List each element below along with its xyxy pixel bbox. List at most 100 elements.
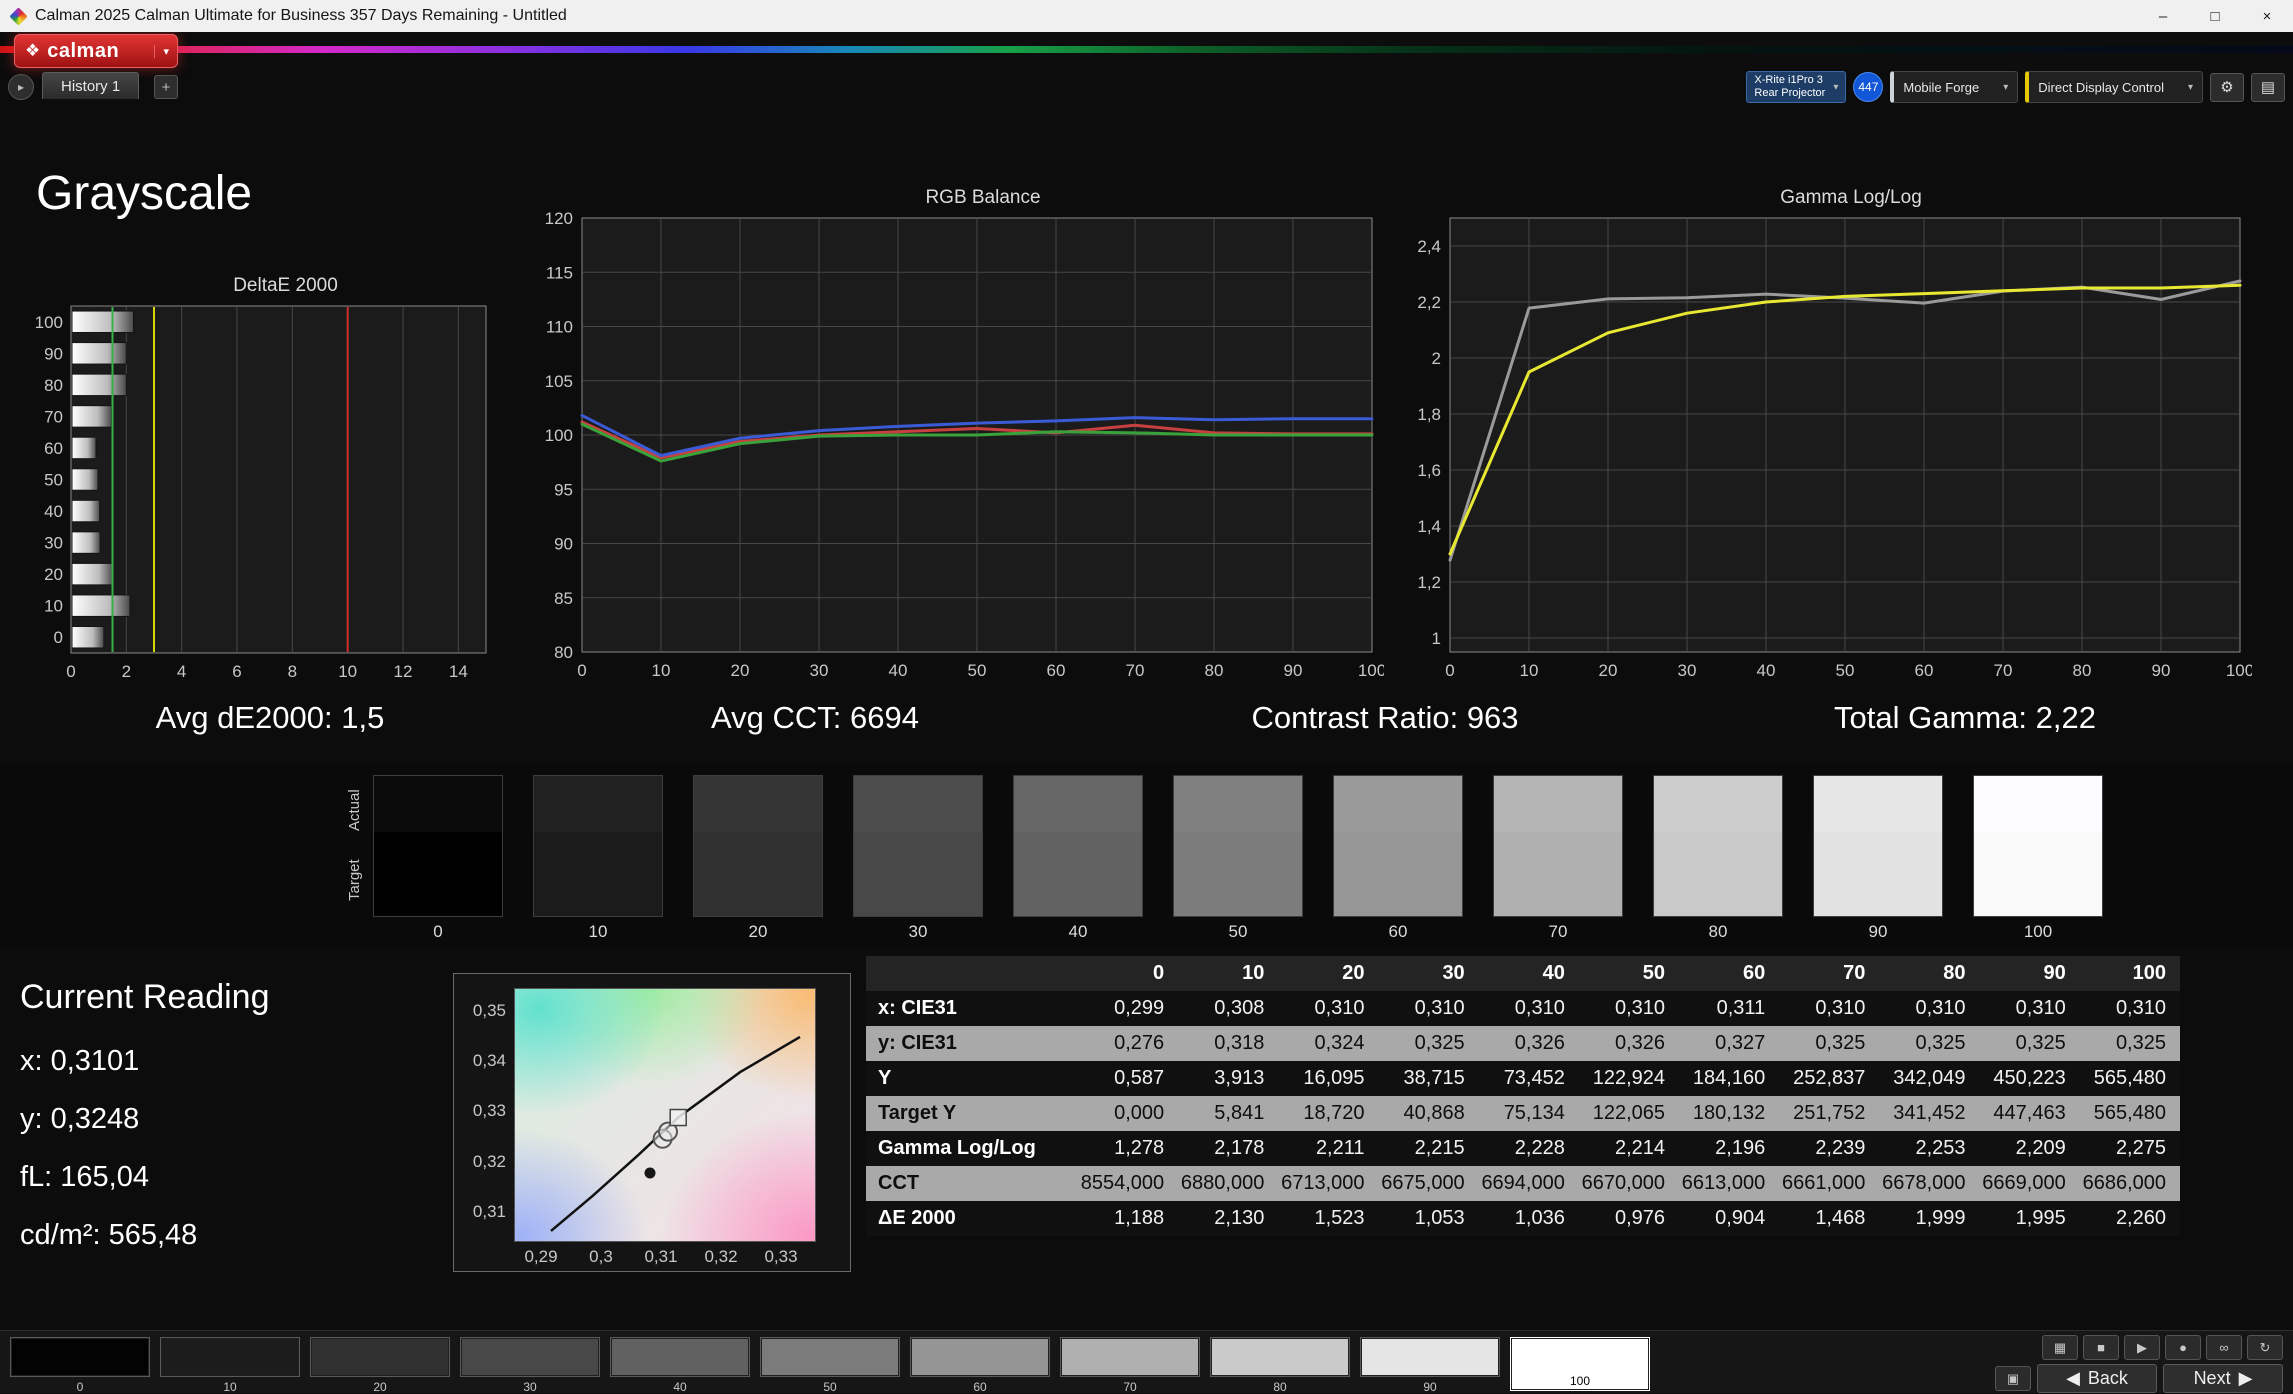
play-icon[interactable]: ▶	[2124, 1335, 2160, 1360]
pattern-patch-20[interactable]: 20	[310, 1337, 450, 1394]
calman-logo-text: calman	[47, 39, 120, 62]
svg-text:60: 60	[1047, 661, 1066, 680]
svg-text:80: 80	[554, 643, 573, 662]
pattern-patch-30[interactable]: 30	[460, 1337, 600, 1394]
pattern-patch-90[interactable]: 90	[1360, 1337, 1500, 1394]
table-cell: 2,209	[2015, 1137, 2066, 1159]
table-cell: 1,995	[2015, 1207, 2066, 1229]
swatch-level-label: 10	[588, 922, 608, 941]
pattern-patch-40[interactable]: 40	[610, 1337, 750, 1394]
swatch-actual	[374, 776, 502, 832]
settings-gear-button[interactable]: ⚙	[2210, 72, 2244, 102]
table-cell: 1,053	[1414, 1207, 1465, 1229]
table-cell: 2,253	[1915, 1137, 1966, 1159]
table-col-header: 80	[1879, 956, 1980, 991]
layout-columns-button[interactable]: ▤	[2251, 72, 2285, 102]
swatch-actual	[854, 776, 982, 832]
table-cell: 252,837	[1793, 1067, 1866, 1089]
stop-icon[interactable]: ■	[2083, 1335, 2119, 1360]
table-cell: 6686,000	[2082, 1172, 2166, 1194]
table-cell: 2,275	[2115, 1137, 2166, 1159]
svg-text:0: 0	[577, 661, 586, 680]
table-row: y: CIE31 0,276 0,318 0,324 0,325 0,326 0,326 0,…	[866, 1026, 2180, 1061]
meter-selector-button[interactable]: X-Rite i1Pro 3 Rear Projector ▾	[1746, 71, 1847, 103]
meter-line2: Rear Projector	[1754, 87, 1826, 99]
gamma-chart: Gamma Log/Log 0 10 20 30 40 50 60 70 80 90 100 1 1,2…	[1398, 184, 2254, 684]
back-button[interactable]: ◀ Back	[2037, 1364, 2157, 1393]
minimize-button[interactable]: –	[2137, 0, 2189, 32]
table-cell: 5,841	[1214, 1102, 1265, 1124]
table-col-header: 30	[1378, 956, 1479, 991]
swatch-actual	[694, 776, 822, 832]
deltae-2000-chart: DeltaE 2000 0 2 4 6 8 10 12 14 100 90 80 70 60 50 40 30…	[25, 272, 500, 685]
table-cell: 2,228	[1514, 1137, 1565, 1159]
svg-text:10: 10	[44, 597, 63, 616]
table-cell: 0,326	[1514, 1032, 1565, 1054]
swatch-target	[1654, 832, 1782, 916]
table-cell: 6669,000	[1982, 1172, 2066, 1194]
svg-text:2,2: 2,2	[1417, 293, 1441, 312]
swatch-actual	[1334, 776, 1462, 832]
toolbar: ▸ History 1 + X-Rite i1Pro 3 Rear Projec…	[0, 70, 2293, 104]
table-cell: 0,308	[1214, 997, 1265, 1019]
source-selector-button[interactable]: Mobile Forge ▾	[1890, 71, 2019, 103]
table-col-header: 50	[1578, 956, 1680, 991]
table-cell: 0,326	[1614, 1032, 1666, 1054]
loop-icon[interactable]: ∞	[2206, 1335, 2242, 1360]
pattern-patch-10[interactable]: 10	[160, 1337, 300, 1394]
add-tab-button[interactable]: +	[154, 75, 178, 99]
table-cell: 0,310	[1815, 997, 1866, 1019]
svg-text:80: 80	[2073, 661, 2092, 680]
table-cell: 6661,000	[1781, 1172, 1866, 1194]
maximize-button[interactable]: □	[2189, 0, 2241, 32]
patch-preview	[1360, 1337, 1500, 1377]
pattern-patch-50[interactable]: 50	[760, 1337, 900, 1394]
table-cell: 0,310	[1514, 997, 1565, 1019]
svg-text:10: 10	[338, 662, 357, 681]
svg-text:60: 60	[44, 439, 63, 458]
table-col-header: 40	[1478, 956, 1579, 991]
target-axis-label: Target	[346, 859, 363, 901]
rgb-balance-chart: RGB Balance 0 10 20 30 40 50 60 70 80 90 100 80 85 90…	[534, 184, 1387, 684]
pattern-patch-100[interactable]: 100	[1510, 1337, 1650, 1394]
pattern-patch-0[interactable]: 0	[10, 1337, 150, 1394]
table-cell: 0,000	[1114, 1102, 1165, 1124]
close-button[interactable]: ×	[2241, 0, 2293, 32]
table-cell: 0,276	[1114, 1032, 1165, 1054]
next-button[interactable]: Next ▶	[2163, 1364, 2283, 1393]
pattern-window-button[interactable]: ▣	[1995, 1366, 2031, 1391]
meter-status-badge[interactable]: 447	[1853, 72, 1884, 102]
back-label: Back	[2087, 1368, 2128, 1388]
record-icon[interactable]: ●	[2165, 1335, 2201, 1360]
display-control-button[interactable]: Direct Display Control ▾	[2025, 71, 2203, 103]
reading-fl: fL: 165,04	[20, 1161, 149, 1193]
logo-dropdown-icon[interactable]: ▾	[154, 44, 169, 58]
deltae-chart-plot: 0 2 4 6 8 10 12 14 100 90 80 70 60 50 40 30 20 10 0	[25, 300, 500, 685]
swatch-level-label: 0	[433, 922, 443, 941]
calman-logo-button[interactable]: ❖ calman ▾	[14, 34, 178, 68]
table-cell: 18,720	[1303, 1102, 1365, 1124]
display-icon[interactable]: ▦	[2042, 1335, 2078, 1360]
cie-x-tick: 0,32	[704, 1247, 738, 1266]
swatch-actual	[1814, 776, 1942, 832]
table-cell: 2,196	[1715, 1137, 1766, 1159]
grayscale-swatch-0: 0	[373, 775, 503, 941]
app-icon	[9, 6, 28, 26]
history-panel-toggle[interactable]: ▸	[8, 74, 34, 100]
tab-history-1[interactable]: History 1	[42, 72, 140, 99]
table-row: x: CIE31 0,299 0,308 0,310 0,310 0,310 0,310 0,…	[866, 991, 2180, 1026]
pattern-patch-60[interactable]: 60	[910, 1337, 1050, 1394]
table-cell: 16,095	[1303, 1067, 1365, 1089]
pattern-patch-70[interactable]: 70	[1060, 1337, 1200, 1394]
table-cell: 0,325	[1915, 1032, 1966, 1054]
brand-row: ❖ calman ▾	[0, 32, 2293, 70]
refresh-icon[interactable]: ↻	[2247, 1335, 2283, 1360]
pattern-patch-80[interactable]: 80	[1210, 1337, 1350, 1394]
table-row-label: Target Y	[878, 1102, 957, 1124]
table-cell: 2,211	[1315, 1137, 1365, 1159]
grayscale-table: 0 10 20 30 40 50 60 70 80 90 100 x: CIE31 0,299 0,308…	[866, 956, 2180, 1236]
patch-preview	[1210, 1337, 1350, 1377]
next-label: Next	[2193, 1368, 2231, 1388]
cie-y-tick: 0,35	[472, 1000, 506, 1020]
total-gamma-stat: Total Gamma: 2,22	[1834, 700, 2096, 735]
